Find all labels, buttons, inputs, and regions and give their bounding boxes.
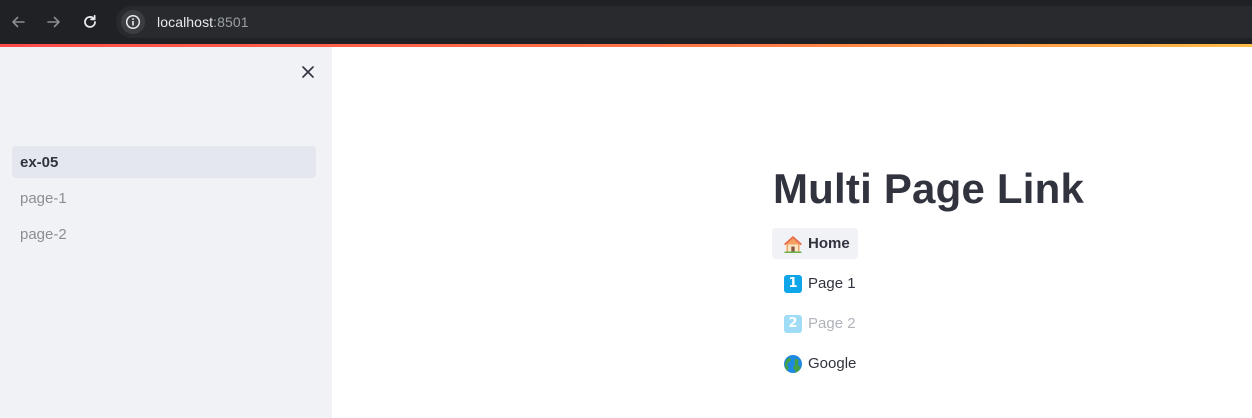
page-1-link[interactable]: 1 Page 1 bbox=[772, 268, 864, 299]
info-icon bbox=[125, 14, 141, 30]
sidebar-item-label: page-1 bbox=[20, 189, 67, 207]
home-link[interactable]: Home bbox=[772, 228, 858, 259]
sidebar-item-page-2[interactable]: page-2 bbox=[12, 218, 316, 250]
sidebar-item-label: page-2 bbox=[20, 225, 67, 243]
google-link[interactable]: Google bbox=[772, 348, 864, 379]
home-link-label: Home bbox=[808, 235, 850, 252]
url-host: localhost bbox=[157, 14, 214, 30]
house-icon bbox=[783, 234, 803, 254]
arrow-right-icon bbox=[47, 16, 60, 28]
close-icon bbox=[302, 66, 314, 78]
sidebar: ex-05 page-1 page-2 bbox=[0, 47, 332, 418]
page-title: Multi Page Link bbox=[773, 165, 1085, 212]
back-button[interactable] bbox=[6, 10, 30, 34]
reload-icon bbox=[84, 14, 96, 28]
keycap-2-digit: 2 bbox=[784, 314, 802, 333]
keycap-1-icon: 1 bbox=[783, 274, 803, 294]
url-text: localhost:8501 bbox=[157, 14, 249, 30]
page-1-link-label: Page 1 bbox=[808, 275, 856, 292]
url-port: :8501 bbox=[213, 14, 249, 30]
keycap-1-digit: 1 bbox=[784, 274, 802, 293]
globe-icon bbox=[783, 354, 803, 374]
sidebar-item-page-1[interactable]: page-1 bbox=[12, 182, 316, 214]
sidebar-nav: ex-05 page-1 page-2 bbox=[12, 146, 316, 254]
browser-toolbar: localhost:8501 bbox=[0, 0, 1252, 44]
sidebar-close-button[interactable] bbox=[297, 61, 319, 83]
page-2-link-label: Page 2 bbox=[808, 315, 856, 332]
arrow-left-icon bbox=[12, 16, 25, 28]
page-2-link[interactable]: 2 Page 2 bbox=[772, 308, 864, 339]
forward-button[interactable] bbox=[42, 10, 66, 34]
google-link-label: Google bbox=[808, 355, 857, 372]
site-info-button[interactable] bbox=[121, 10, 145, 34]
sidebar-item-label: ex-05 bbox=[20, 153, 59, 171]
address-bar[interactable]: localhost:8501 bbox=[116, 6, 1252, 38]
keycap-2-icon: 2 bbox=[783, 314, 803, 334]
sidebar-item-ex-05[interactable]: ex-05 bbox=[12, 146, 316, 178]
reload-button[interactable] bbox=[78, 10, 102, 34]
main-content: Multi Page Link Home 1 Page 1 2 Page 2 G… bbox=[332, 47, 1252, 418]
